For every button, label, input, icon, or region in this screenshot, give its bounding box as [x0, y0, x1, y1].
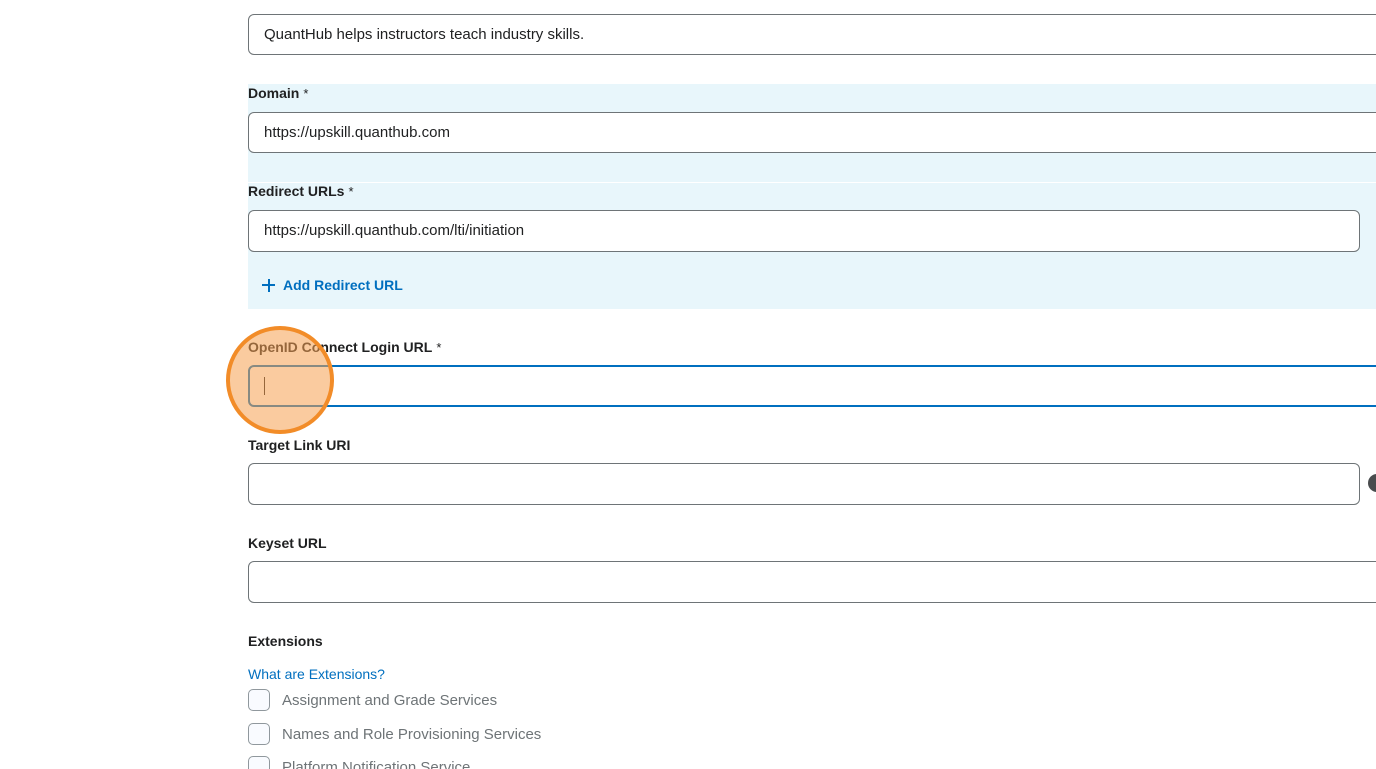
keyset-url-label: Keyset URL [248, 535, 327, 551]
plus-icon [262, 278, 275, 292]
openid-login-url-label: OpenID Connect Login URL * [248, 339, 442, 355]
keyset-url-input[interactable] [248, 561, 1376, 603]
target-link-uri-input[interactable] [248, 463, 1360, 505]
checkbox[interactable] [248, 756, 270, 769]
required-mark: * [303, 86, 309, 101]
domain-input[interactable]: https://upskill.quanthub.com [248, 112, 1376, 153]
extensions-heading: Extensions [248, 633, 323, 649]
redirect-url-input[interactable]: https://upskill.quanthub.com/lti/initiat… [248, 210, 1360, 252]
extension-option-label: Platform Notification Service [282, 758, 471, 769]
help-icon[interactable] [1368, 474, 1376, 492]
add-redirect-url-label: Add Redirect URL [283, 277, 403, 293]
redirect-urls-label: Redirect URLs * [248, 183, 354, 199]
openid-login-url-input[interactable] [248, 365, 1376, 407]
domain-label: Domain * [248, 85, 309, 101]
extension-option-label: Names and Role Provisioning Services [282, 725, 542, 743]
description-input[interactable]: QuantHub helps instructors teach industr… [248, 14, 1376, 55]
text-caret [264, 377, 265, 396]
what-are-extensions-link[interactable]: What are Extensions? [248, 666, 385, 682]
extension-option-label: Assignment and Grade Services [282, 691, 498, 709]
required-mark: * [436, 340, 442, 355]
extension-option[interactable]: Names and Role Provisioning Services [248, 723, 541, 745]
form-page: QuantHub helps instructors teach industr… [0, 0, 1376, 769]
extension-option[interactable]: Platform Notification Service [248, 756, 470, 769]
extension-option[interactable]: Assignment and Grade Services [248, 689, 497, 711]
add-redirect-url-button[interactable]: Add Redirect URL [262, 277, 403, 293]
checkbox[interactable] [248, 689, 270, 711]
target-link-uri-label: Target Link URI [248, 437, 351, 453]
checkbox[interactable] [248, 723, 270, 745]
required-mark: * [348, 184, 354, 199]
